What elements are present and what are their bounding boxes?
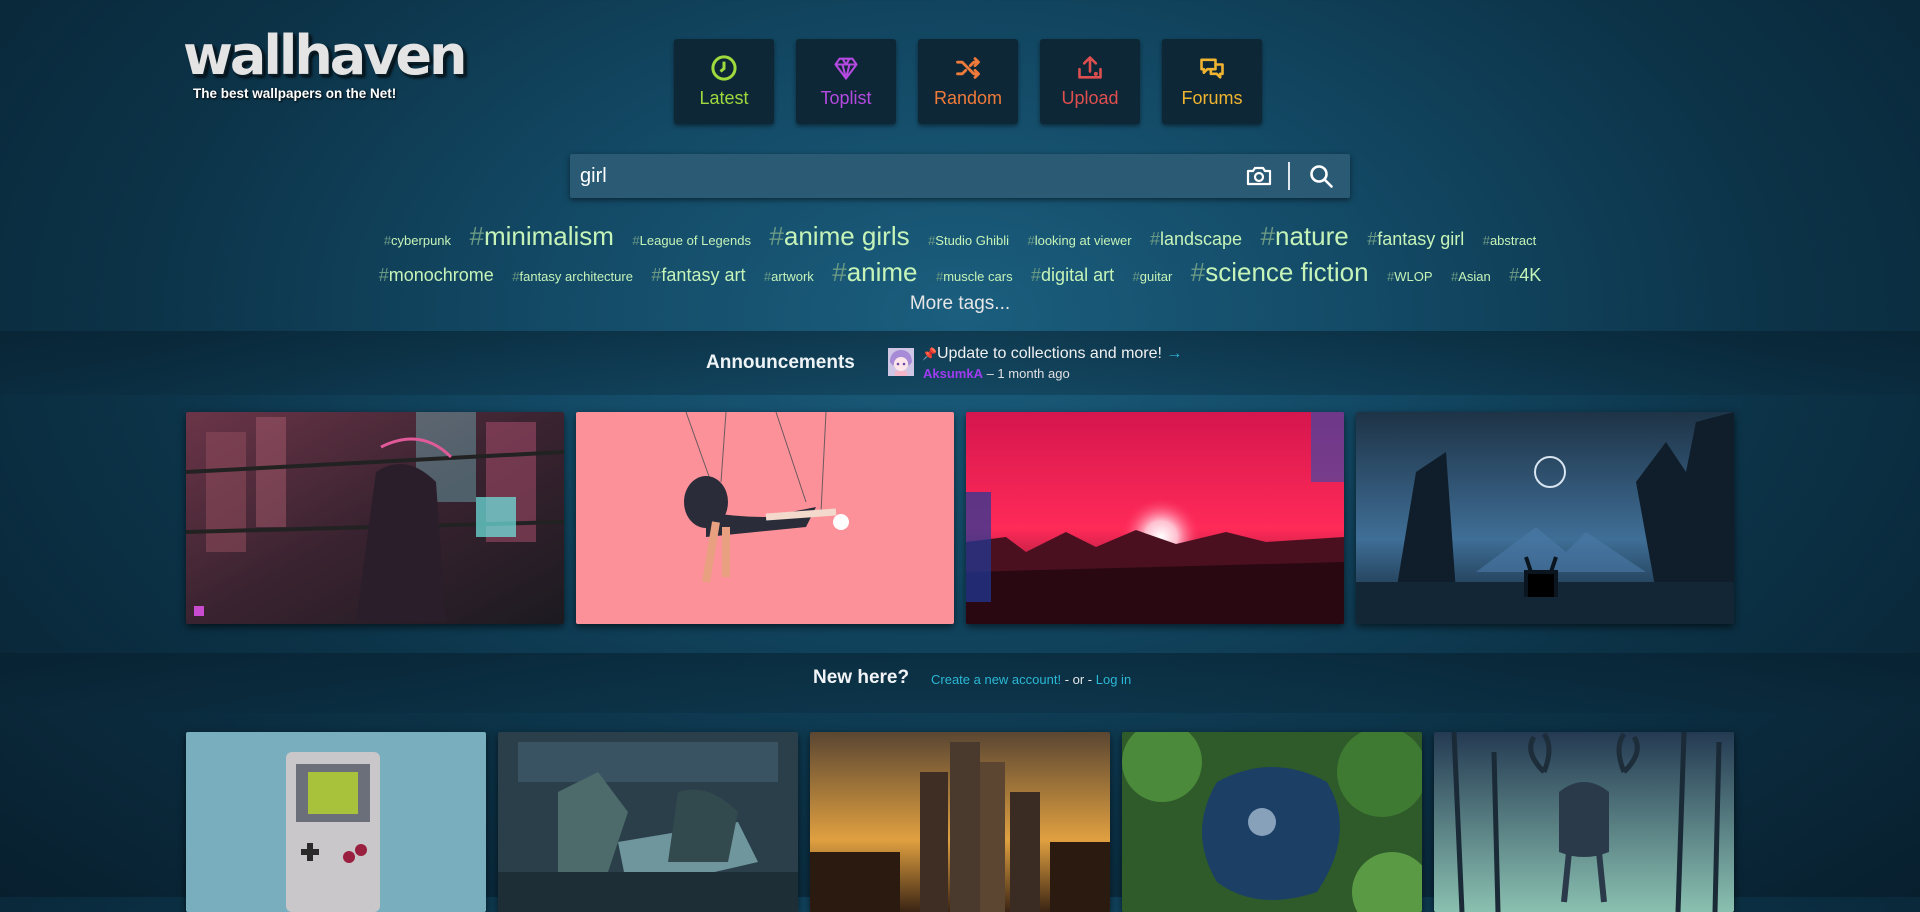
announcement-time: – 1 month ago — [986, 366, 1070, 381]
announcement-meta: AksumkA – 1 month ago — [923, 366, 1070, 381]
tag-link[interactable]: #League of Legends — [632, 233, 751, 248]
tag-link[interactable]: #abstract — [1483, 233, 1536, 248]
nav-forums[interactable]: Forums — [1162, 39, 1262, 124]
avatar[interactable] — [888, 348, 914, 376]
clock-icon — [711, 55, 737, 81]
announcements-title: Announcements — [706, 352, 855, 373]
tag-link[interactable]: #Asian — [1451, 269, 1491, 284]
search-bar — [570, 154, 1350, 198]
create-account-link[interactable]: Create a new account! — [931, 672, 1061, 687]
wallpaper-thumb[interactable] — [576, 412, 954, 624]
upload-icon — [1078, 56, 1102, 79]
more-tags-link[interactable]: More tags... — [0, 293, 1920, 315]
wallpaper-thumb[interactable] — [966, 412, 1344, 624]
tag-link[interactable]: #anime girls — [769, 221, 909, 252]
arrow-right-icon: → — [1166, 345, 1183, 362]
logo-name: wallhaven — [183, 24, 467, 87]
main-nav: Latest Toplist Random Upload Forums — [674, 39, 1262, 124]
tag-link[interactable]: #Studio Ghibli — [928, 233, 1009, 248]
logo-tagline: The best wallpapers on the Net! — [193, 86, 397, 101]
tag-link[interactable]: #science fiction — [1191, 257, 1369, 288]
tag-link[interactable]: #guitar — [1133, 269, 1173, 284]
diamond-icon — [834, 57, 858, 80]
pin-icon: 📌 — [922, 347, 937, 361]
site-logo[interactable]: wallhaven The best wallpapers on the Net… — [183, 24, 467, 102]
tag-link[interactable]: #fantasy art — [651, 265, 745, 286]
wallpaper-thumb[interactable] — [498, 732, 798, 912]
tag-link[interactable]: #digital art — [1031, 265, 1114, 286]
nav-upload-label: Upload — [1061, 88, 1119, 108]
or-separator: - or - — [1061, 672, 1096, 687]
nav-toplist[interactable]: Toplist — [796, 39, 896, 124]
nav-upload[interactable]: Upload — [1040, 39, 1140, 124]
wallpaper-thumb[interactable] — [186, 412, 564, 624]
nav-latest[interactable]: Latest — [674, 39, 774, 124]
tag-link[interactable]: #looking at viewer — [1027, 233, 1131, 248]
tag-link[interactable]: #fantasy girl — [1367, 229, 1464, 250]
announcements-band — [0, 331, 1920, 395]
tag-link[interactable]: #WLOP — [1387, 269, 1433, 284]
wallpaper-thumb[interactable] — [810, 732, 1110, 912]
tag-link[interactable]: #4K — [1509, 265, 1541, 286]
search-icon[interactable] — [1308, 163, 1334, 189]
nav-toplist-label: Toplist — [820, 88, 872, 108]
chat-bubbles-icon — [1200, 58, 1224, 79]
search-separator — [1288, 162, 1290, 190]
wallpaper-thumb[interactable] — [1434, 732, 1734, 912]
popular-tags-row-2: #monochrome #fantasy architecture #fanta… — [300, 257, 1620, 288]
tag-link[interactable]: #monochrome — [379, 265, 494, 286]
tag-link[interactable]: #cyberpunk — [384, 233, 451, 248]
tag-link[interactable]: #nature — [1261, 221, 1349, 252]
nav-latest-label: Latest — [699, 88, 749, 108]
announcement-link[interactable]: 📌Update to collections and more! → — [922, 345, 1182, 363]
tag-link[interactable]: #landscape — [1150, 229, 1242, 250]
wallpaper-thumb[interactable] — [186, 732, 486, 912]
login-link[interactable]: Log in — [1096, 672, 1131, 687]
nav-forums-label: Forums — [1181, 88, 1243, 108]
tag-link[interactable]: #anime — [832, 257, 917, 288]
announcement-title: Update to collections and more! — [936, 345, 1162, 362]
nav-random-label: Random — [933, 88, 1003, 108]
search-input[interactable] — [570, 154, 1220, 198]
camera-icon[interactable] — [1246, 164, 1272, 188]
tag-link[interactable]: #minimalism — [469, 221, 613, 252]
wallpaper-thumb[interactable] — [1356, 412, 1734, 624]
tag-link[interactable]: #fantasy architecture — [512, 269, 633, 284]
tag-link[interactable]: #muscle cars — [936, 269, 1013, 284]
shuffle-icon — [956, 57, 980, 79]
new-here-links: Create a new account! - or - Log in — [931, 672, 1131, 687]
new-here-title: New here? — [813, 667, 910, 688]
tag-link[interactable]: #artwork — [764, 269, 814, 284]
announcement-author[interactable]: AksumkA — [923, 366, 983, 381]
popular-tags-row-1: #cyberpunk #minimalism #League of Legend… — [300, 221, 1620, 252]
nav-random[interactable]: Random — [918, 39, 1018, 124]
wallpaper-thumb[interactable] — [1122, 732, 1422, 912]
